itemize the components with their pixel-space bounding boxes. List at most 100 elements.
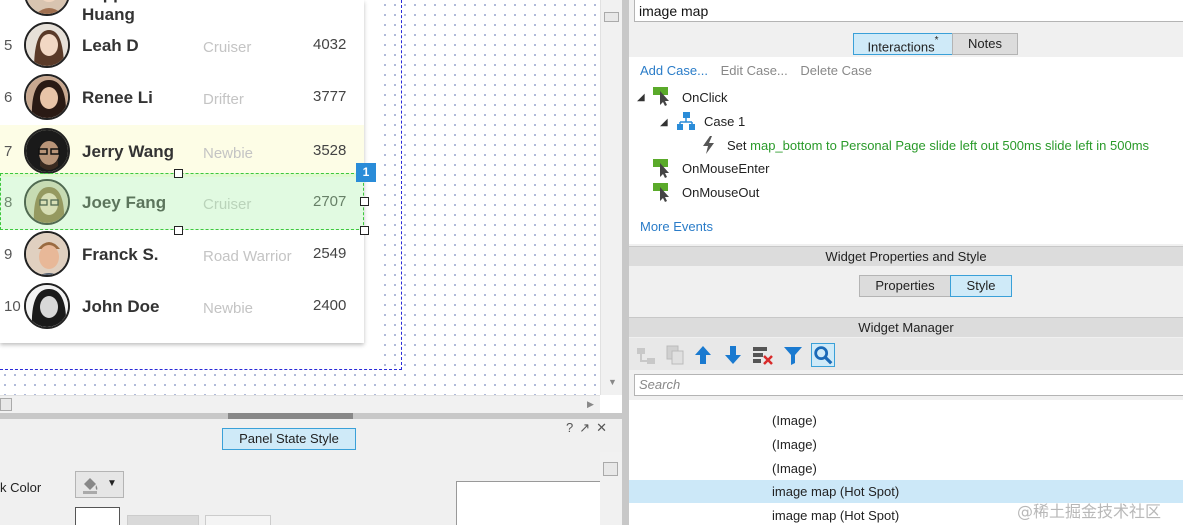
move-up-icon[interactable] — [691, 343, 715, 367]
collapse-all-icon[interactable] — [634, 343, 658, 367]
widget-manager-toolbar — [629, 338, 1183, 370]
row-name: John Doe — [82, 297, 160, 316]
row-number: 5 — [4, 37, 13, 54]
event-cursor-icon — [652, 158, 672, 178]
avatar — [24, 22, 70, 68]
scrollbar-thumb[interactable] — [604, 12, 619, 22]
event-cursor-icon — [652, 86, 672, 106]
delete-widget-icon[interactable] — [751, 343, 775, 367]
scroll-right-arrow-icon[interactable]: ▶ — [587, 399, 594, 410]
row-number: 9 — [4, 246, 13, 263]
color-swatch[interactable] — [75, 507, 120, 525]
list-item: 9 Franck S. Road Warrior 2549 — [0, 228, 364, 280]
inspector-panel: image map Interactions* Notes Add Case..… — [629, 0, 1183, 525]
style-button[interactable] — [205, 515, 271, 525]
list-item[interactable]: (Image) — [629, 433, 1183, 456]
fill-color-label: k Color — [0, 480, 42, 495]
modified-marker: * — [934, 35, 939, 46]
row-name: Renee Li — [82, 88, 153, 107]
design-canvas[interactable]: Pepper Huang Newbie 5 Leah D Cruiser 403… — [0, 0, 600, 395]
list-item: 6 Renee Li Drifter 3777 — [0, 71, 364, 123]
fill-color-button[interactable]: ▼ — [75, 471, 124, 498]
move-down-icon[interactable] — [721, 343, 745, 367]
scrollbar-thumb[interactable] — [603, 462, 618, 476]
style-button[interactable] — [127, 515, 199, 525]
search-icon[interactable] — [811, 343, 835, 367]
case-tree-icon — [676, 111, 696, 131]
resize-handle[interactable] — [360, 226, 369, 235]
resize-handle[interactable] — [174, 226, 183, 235]
list-item: 5 Leah D Cruiser 4032 — [0, 19, 364, 71]
popout-icon[interactable]: ↗ — [579, 420, 596, 435]
scroll-down-arrow-icon[interactable]: ▼ — [608, 377, 617, 387]
action-set-panel-state[interactable]: Set map_bottom to Personal Page slide le… — [727, 138, 1149, 153]
expand-triangle-icon[interactable]: ◢ — [660, 117, 668, 128]
vertical-splitter[interactable] — [622, 0, 629, 525]
row-number: 7 — [4, 143, 13, 160]
avatar — [24, 74, 70, 120]
delete-case-link[interactable]: Delete Case — [800, 63, 872, 78]
event-onmouseout[interactable]: OnMouseOut — [682, 185, 759, 200]
resize-handle[interactable] — [360, 197, 369, 206]
event-cursor-icon — [652, 182, 672, 202]
action-prefix: Set — [727, 138, 747, 153]
row-type: Road Warrior — [203, 248, 292, 265]
widget-search-input[interactable]: Search — [634, 374, 1183, 396]
list-item[interactable]: (Image) — [629, 409, 1183, 432]
more-events-link[interactable]: More Events — [640, 219, 713, 234]
row-score: 3777 — [313, 88, 347, 105]
row-type: Newbie — [203, 145, 254, 162]
close-icon[interactable]: ✕ — [596, 420, 613, 435]
panel-vertical-scrollbar[interactable] — [600, 452, 622, 525]
paint-bucket-icon — [81, 476, 101, 499]
row-type: Drifter — [203, 91, 244, 108]
avatar — [24, 283, 70, 329]
list-item: Pepper Huang Newbie — [0, 0, 364, 24]
chevron-down-icon: ▼ — [107, 478, 117, 489]
avatar — [24, 231, 70, 277]
lightning-icon — [699, 135, 719, 155]
expand-triangle-icon[interactable]: ◢ — [637, 92, 645, 103]
resize-handle[interactable] — [174, 169, 183, 178]
tab-style[interactable]: Style — [950, 275, 1012, 297]
canvas-horizontal-scrollbar[interactable]: ▶ — [0, 395, 600, 413]
row-name: Franck S. — [82, 245, 159, 264]
tab-label: Interactions — [867, 39, 935, 55]
watermark-text: @稀土掘金技术社区 — [1017, 502, 1162, 521]
canvas-vertical-scrollbar[interactable]: ▼ — [600, 0, 622, 395]
row-number: 10 — [4, 298, 21, 315]
list-item[interactable]: (Image) — [629, 457, 1183, 480]
panel-state-style-pane: Panel State Style ?↗✕ k Color ▼ — [0, 419, 626, 525]
tab-notes[interactable]: Notes — [952, 33, 1018, 55]
avatar — [24, 128, 70, 174]
avatar — [24, 0, 70, 16]
row-score: 2549 — [313, 245, 347, 262]
tab-properties[interactable]: Properties — [859, 275, 951, 297]
tab-interactions[interactable]: Interactions* — [853, 33, 953, 55]
app-window: Pepper Huang Newbie 5 Leah D Cruiser 403… — [0, 0, 1183, 525]
copy-icon[interactable] — [663, 343, 687, 367]
widget-name-field[interactable]: image map — [634, 0, 1183, 22]
interactions-pane: Add Case... Edit Case... Delete Case ◢ O… — [629, 57, 1183, 244]
row-type: Cruiser — [203, 39, 252, 56]
row-number: 6 — [4, 89, 13, 106]
scrollbar-thumb[interactable] — [0, 398, 12, 411]
row-type: Newbie — [203, 0, 253, 4]
event-onmouseenter[interactable]: OnMouseEnter — [682, 161, 769, 176]
case-1-item[interactable]: Case 1 — [704, 114, 745, 129]
case-toolbar: Add Case... Edit Case... Delete Case — [640, 63, 881, 78]
event-onclick[interactable]: OnClick — [682, 90, 728, 105]
add-case-link[interactable]: Add Case... — [640, 63, 708, 78]
edit-case-link[interactable]: Edit Case... — [721, 63, 788, 78]
tab-panel-state-style[interactable]: Panel State Style — [222, 428, 356, 450]
action-description: map_bottom to Personal Page slide left o… — [750, 138, 1150, 153]
selection-badge: 1 — [356, 163, 376, 182]
row-score: 2400 — [313, 297, 347, 314]
help-icon[interactable]: ? — [566, 420, 579, 435]
list-item: 10 John Doe Newbie 2400 — [0, 280, 364, 332]
hotspot-selection[interactable] — [0, 173, 364, 230]
page-guide-vertical — [401, 0, 402, 370]
filter-icon[interactable] — [781, 343, 805, 367]
row-name: Jerry Wang — [82, 142, 174, 161]
row-name: Leah D — [82, 36, 139, 55]
